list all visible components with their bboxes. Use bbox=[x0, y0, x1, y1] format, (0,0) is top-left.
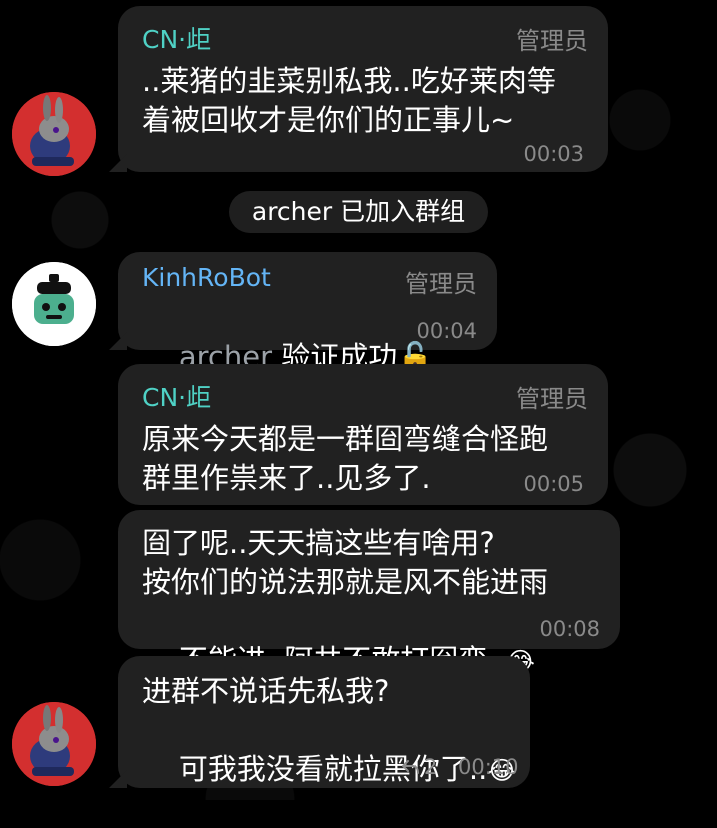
judy-hopps-avatar-icon bbox=[12, 92, 96, 176]
admin-badge: 管理员 bbox=[516, 27, 588, 55]
message-bubble-4[interactable]: 囼了呢..天天搞这些有啥用? 按你们的说法那就是风不能进雨 不能进..阿共不敢打… bbox=[118, 510, 620, 677]
reply-arrow-icon bbox=[402, 760, 419, 774]
message-text-line-1: 进群不说话先私我? bbox=[142, 674, 390, 708]
avatar-kinhrobot[interactable] bbox=[12, 262, 96, 346]
service-message-joined: archer 已加入群组 bbox=[229, 191, 488, 233]
sender-name[interactable]: CN·歫 bbox=[142, 378, 211, 414]
message-time: 00:05 bbox=[523, 472, 584, 496]
sender-name[interactable]: KinhRoBot bbox=[142, 263, 271, 292]
message-time: 00:04 bbox=[416, 319, 477, 343]
message-text-line-2: 着被回收才是你们的正事儿~ bbox=[142, 103, 515, 137]
avatar-judy-2[interactable] bbox=[12, 702, 96, 786]
message-time: 00:08 bbox=[539, 617, 600, 641]
sender-name[interactable]: CN·歫 bbox=[142, 20, 211, 56]
message-time: 00:03 bbox=[523, 142, 584, 166]
message-bubble-1[interactable]: CN·歫 管理员 ..莱猪的韭菜别私我..吃好莱肉等 着被回收才是你们的正事儿~… bbox=[118, 6, 608, 172]
admin-badge: 管理员 bbox=[516, 385, 588, 413]
message-text-line-2: 群里作祟来了..见多了. bbox=[142, 461, 431, 495]
message-text-line-1: ..莱猪的韭菜别私我..吃好莱肉等 bbox=[142, 64, 556, 98]
message-time: 00:10 bbox=[458, 755, 519, 779]
message-text-line-1: 原来今天都是一群囼弯缝合怪跑 bbox=[142, 422, 549, 456]
message-bubble-3[interactable]: CN·歫 管理员 原来今天都是一群囼弯缝合怪跑 群里作祟来了..见多了. 00:… bbox=[118, 364, 608, 505]
judy-hopps-avatar-icon bbox=[12, 702, 96, 786]
message-text-line-2: 按你们的说法那就是风不能进雨 bbox=[142, 565, 549, 599]
message-text-line-1: 囼了呢..天天搞这些有啥用? bbox=[142, 526, 495, 560]
avatar-judy-1[interactable] bbox=[12, 92, 96, 176]
message-bubble-bot[interactable]: KinhRoBot 管理员 archer 验证成功🔓 00:04 bbox=[118, 252, 497, 374]
admin-badge: 管理员 bbox=[405, 270, 477, 298]
reply-count[interactable]: 2 bbox=[402, 755, 437, 779]
message-bubble-5[interactable]: 进群不说话先私我? 可我我没看就拉黑你了..😂 2 00:10 bbox=[118, 656, 530, 788]
robot-icon bbox=[12, 262, 96, 346]
